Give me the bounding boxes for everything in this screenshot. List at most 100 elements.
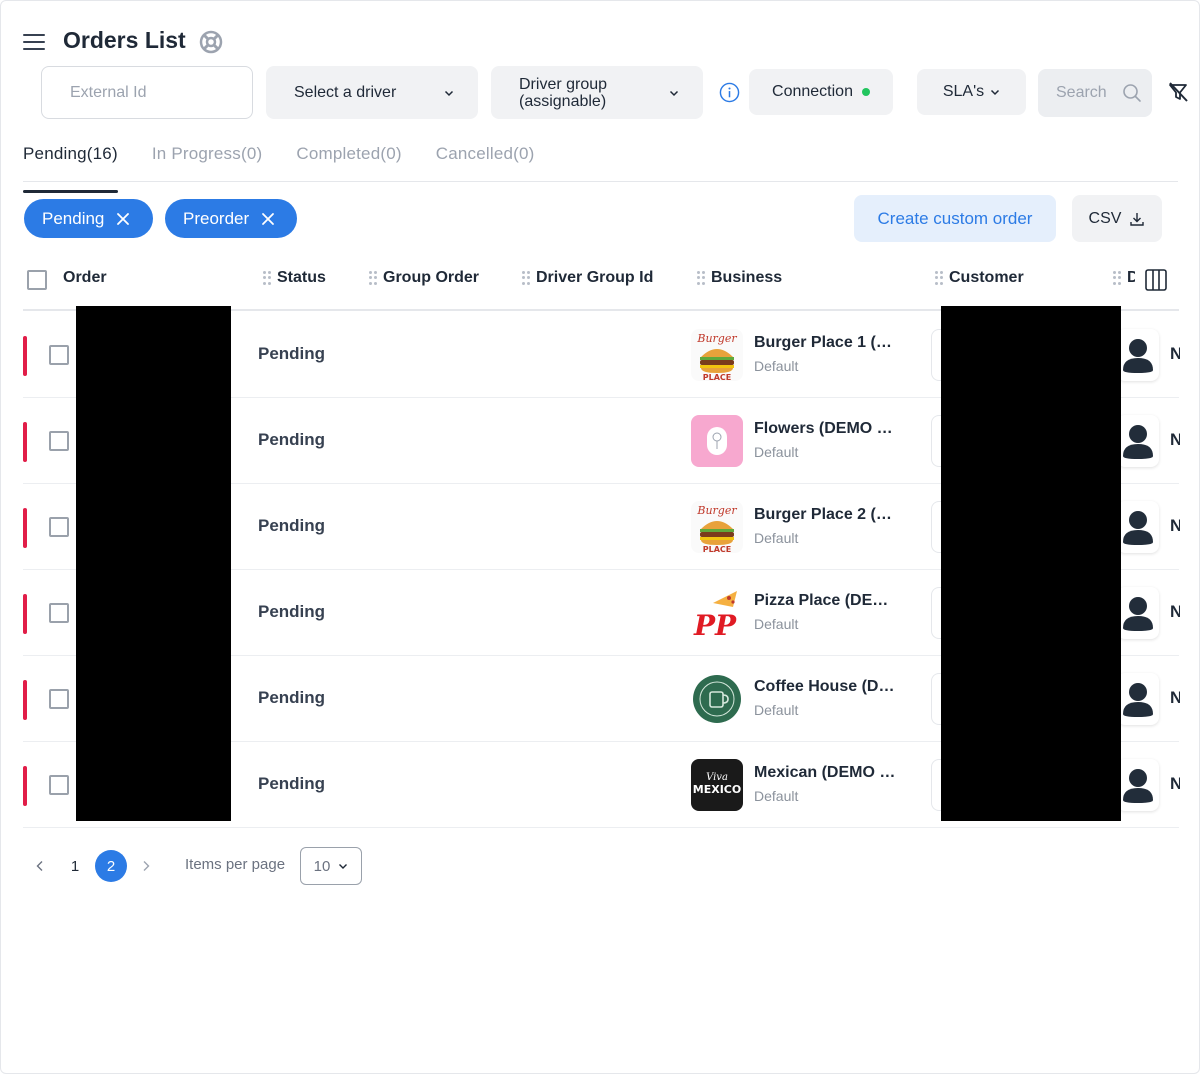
burger-logo: Burger PLACE xyxy=(691,329,743,381)
tab-cancelled[interactable]: Cancelled(0) xyxy=(436,139,535,181)
status-tabs: Pending(16) In Progress(0) Completed(0) … xyxy=(23,139,569,193)
chevron-down-icon xyxy=(669,90,679,96)
page-number-2[interactable]: 2 xyxy=(95,850,127,882)
column-header-status[interactable]: Status xyxy=(263,269,326,287)
create-custom-order-button[interactable]: Create custom order xyxy=(854,195,1056,242)
column-header-customer[interactable]: Customer xyxy=(935,269,1024,287)
next-page-button[interactable] xyxy=(129,849,163,883)
column-header-business[interactable]: Business xyxy=(697,269,782,287)
drag-handle-icon[interactable] xyxy=(522,271,530,285)
column-header-group-order[interactable]: Group Order xyxy=(369,269,479,287)
order-status: Pending xyxy=(258,774,326,793)
avatar[interactable] xyxy=(1117,759,1159,811)
business-type: Default xyxy=(754,616,799,632)
info-icon[interactable] xyxy=(719,82,740,103)
items-per-page-select[interactable]: 10 xyxy=(300,847,362,885)
svg-text:PP: PP xyxy=(693,609,737,639)
sla-dropdown[interactable]: SLA's xyxy=(917,69,1026,115)
row-checkbox[interactable] xyxy=(49,345,69,365)
row-checkbox[interactable] xyxy=(49,431,69,451)
orders-app-window: Orders List Select a driver Driver group… xyxy=(0,0,1200,1074)
status-indicator-bar xyxy=(23,336,27,376)
svg-text:MEXICO: MEXICO xyxy=(693,783,741,796)
column-header-driver-group-id[interactable]: Driver Group Id xyxy=(522,269,653,287)
order-status: Pending xyxy=(258,602,326,621)
chevron-down-icon xyxy=(991,89,1000,96)
avatar[interactable] xyxy=(1117,501,1159,553)
tab-pending[interactable]: Pending(16) xyxy=(23,139,118,193)
flowers-logo xyxy=(691,415,743,467)
business-type: Default xyxy=(754,788,799,804)
drag-handle-icon[interactable] xyxy=(263,271,271,285)
user-icon xyxy=(1123,683,1153,717)
drag-handle-icon[interactable] xyxy=(697,271,705,285)
search-input[interactable] xyxy=(1056,84,1106,102)
mexican-logo: Viva MEXICO xyxy=(691,759,743,811)
order-status: Pending xyxy=(258,430,326,449)
avatar[interactable] xyxy=(1117,415,1159,467)
close-icon[interactable] xyxy=(116,212,130,226)
filter-chip-pending[interactable]: Pending xyxy=(24,199,153,238)
row-checkbox[interactable] xyxy=(49,517,69,537)
page-number-1[interactable]: 1 xyxy=(59,850,91,882)
user-icon xyxy=(1123,511,1153,545)
business-name: Coffee House (D… xyxy=(754,678,895,695)
lifebuoy-help-icon[interactable] xyxy=(199,30,223,54)
truncated-cell: N xyxy=(1170,516,1180,536)
tabs-divider xyxy=(23,181,1178,182)
items-per-page-value: 10 xyxy=(313,857,331,875)
menu-icon[interactable] xyxy=(23,32,45,52)
avatar[interactable] xyxy=(1117,587,1159,639)
order-status: Pending xyxy=(258,344,326,363)
drag-handle-icon[interactable] xyxy=(935,271,943,285)
clear-filter-icon[interactable] xyxy=(1167,81,1189,103)
business-name: Burger Place 2 (… xyxy=(754,506,892,523)
csv-export-button[interactable]: CSV xyxy=(1072,195,1162,242)
truncated-cell: N xyxy=(1170,688,1180,708)
avatar[interactable] xyxy=(1117,329,1159,381)
business-type: Default xyxy=(754,530,799,546)
select-all-checkbox[interactable] xyxy=(27,270,47,290)
driver-group-select[interactable]: Driver group (assignable) xyxy=(491,66,703,119)
truncated-cell: N xyxy=(1170,344,1180,364)
driver-select-label: Select a driver xyxy=(294,83,397,101)
user-icon xyxy=(1123,769,1153,803)
chevron-left-icon xyxy=(36,861,43,871)
row-checkbox[interactable] xyxy=(49,689,69,709)
business-name: Pizza Place (DE… xyxy=(754,592,889,609)
coffee-logo xyxy=(691,673,743,725)
column-header-truncated[interactable]: D xyxy=(1113,269,1135,287)
column-label: D xyxy=(1127,269,1135,287)
connection-button[interactable]: Connection xyxy=(749,69,893,115)
drag-handle-icon[interactable] xyxy=(369,271,377,285)
driver-group-select-label: Driver group (assignable) xyxy=(519,75,608,110)
row-checkbox[interactable] xyxy=(49,603,69,623)
column-header-order[interactable]: Order xyxy=(63,269,107,287)
pagination: 1 2 xyxy=(23,846,163,886)
order-status: Pending xyxy=(258,688,326,707)
user-icon xyxy=(1123,597,1153,631)
filter-chip-preorder[interactable]: Preorder xyxy=(165,199,297,238)
user-icon xyxy=(1123,339,1153,373)
items-per-page-label: Items per page xyxy=(185,856,286,873)
status-indicator-bar xyxy=(23,594,27,634)
business-name: Mexican (DEMO … xyxy=(754,764,896,781)
tab-in-progress[interactable]: In Progress(0) xyxy=(152,139,263,181)
truncated-cell: N xyxy=(1170,430,1180,450)
drag-handle-icon[interactable] xyxy=(1113,271,1121,285)
prev-page-button[interactable] xyxy=(23,849,57,883)
row-checkbox[interactable] xyxy=(49,775,69,795)
search-icon[interactable] xyxy=(1122,83,1142,103)
columns-icon[interactable] xyxy=(1144,268,1168,292)
column-label: Business xyxy=(711,269,783,286)
connection-label: Connection xyxy=(772,83,853,100)
avatar[interactable] xyxy=(1117,673,1159,725)
tab-completed[interactable]: Completed(0) xyxy=(296,139,401,181)
status-indicator-bar xyxy=(23,766,27,806)
csv-label: CSV xyxy=(1088,209,1122,227)
svg-text:PLACE: PLACE xyxy=(703,373,732,381)
external-id-input[interactable] xyxy=(41,66,253,119)
driver-select[interactable]: Select a driver xyxy=(266,66,478,119)
close-icon[interactable] xyxy=(261,212,275,226)
pizza-logo: PP xyxy=(691,587,743,639)
